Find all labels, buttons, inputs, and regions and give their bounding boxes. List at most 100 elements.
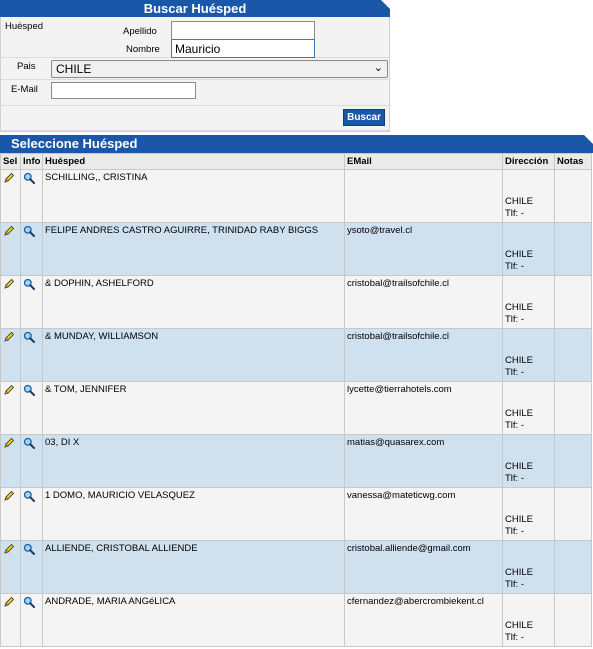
guest-name-cell: 1 DOMO, MAURICIO VELASQUEZ [42,487,345,541]
address-country: CHILE [505,567,533,578]
magnifier-icon[interactable] [23,225,35,237]
notes-cell [554,222,592,276]
info-cell [20,381,43,435]
table-row[interactable]: SCHILLING,, CRISTINA CHILE Tlf: - [0,169,592,223]
guest-name-cell: & TOM, JENNIFER [42,381,345,435]
address-cell: CHILE Tlf: - [502,169,555,223]
search-button[interactable]: Buscar [343,109,385,126]
results-panel: Seleccione Huésped Sel Info Huésped EMai… [0,135,593,647]
address-country: CHILE [505,461,533,472]
magnifier-icon[interactable] [23,596,35,608]
table-row[interactable]: FELIPE ANDRES CASTRO AGUIRRE, TRINIDAD R… [0,222,592,276]
search-panel: Buscar Huésped Huésped Apellido Nombre P… [0,0,390,132]
magnifier-icon[interactable] [23,384,35,396]
col-header-info: Info [20,153,43,170]
nombre-input[interactable] [171,39,315,58]
notes-cell [554,593,592,647]
magnifier-icon[interactable] [23,172,35,184]
magnifier-icon[interactable] [23,437,35,449]
address-cell: CHILE Tlf: - [502,434,555,488]
huesped-label: Huésped [5,21,44,32]
address-country: CHILE [505,514,533,525]
pencil-icon[interactable] [3,384,15,396]
table-row[interactable]: & DOPHIN, ASHELFORD cristobal@trailsofchi… [0,275,592,329]
pencil-icon[interactable] [3,225,15,237]
apellido-input[interactable] [171,21,315,40]
table-header-row: Sel Info Huésped EMail Dirección Notas [0,153,592,170]
info-cell [20,328,43,382]
table-row[interactable]: 03, DI Xmatias@quasarex.com CHILE Tlf: - [0,434,592,488]
notes-cell [554,169,592,223]
chevron-down-icon: ⌄ [373,62,383,74]
magnifier-icon[interactable] [23,331,35,343]
address-country: CHILE [505,302,533,313]
col-header-sel: Sel [0,153,21,170]
search-panel-header: Buscar Huésped [0,0,390,17]
guest-name-cell: 03, DI X [42,434,345,488]
address-cell: CHILE Tlf: - [502,328,555,382]
sel-cell [0,593,21,647]
sel-cell [0,487,21,541]
magnifier-icon[interactable] [23,278,35,290]
table-row[interactable]: 1 DOMO, MAURICIO VELASQUEZ vanessa@mateti… [0,487,592,541]
sel-cell [0,381,21,435]
address-phone: Tlf: - [505,314,524,325]
notes-cell [554,434,592,488]
email-input[interactable] [51,82,196,99]
pencil-icon[interactable] [3,437,15,449]
table-body: SCHILLING,, CRISTINA CHILE Tlf: - FELIPE AN… [0,169,592,647]
pencil-icon[interactable] [3,490,15,502]
info-cell [20,169,43,223]
table-row[interactable]: ANDRADE, MARIA ANGéLICA cfernandez@abercr… [0,593,592,647]
address-cell: CHILE Tlf: - [502,381,555,435]
info-cell [20,222,43,276]
results-panel-title: Seleccione Huésped [11,136,138,151]
email-cell: cristobal@trailsofchile.cl [344,328,503,382]
magnifier-icon[interactable] [23,543,35,555]
pencil-icon[interactable] [3,278,15,290]
address-phone: Tlf: - [505,208,524,219]
header-corner [381,0,390,9]
info-cell [20,275,43,329]
notes-cell [554,487,592,541]
guest-table: Sel Info Huésped EMail Dirección Notas S… [0,153,592,647]
info-cell [20,540,43,594]
pais-select[interactable]: CHILE ⌄ [51,60,388,78]
sel-cell [0,540,21,594]
email-cell: ysoto@travel.cl [344,222,503,276]
pencil-icon[interactable] [3,596,15,608]
address-phone: Tlf: - [505,420,524,431]
address-phone: Tlf: - [505,526,524,537]
guest-name-cell: ANDRADE, MARIA ANGéLICA [42,593,345,647]
notes-cell [554,540,592,594]
search-form: Huésped Apellido Nombre Pais CHILE ⌄ E-M… [0,17,390,132]
address-cell: CHILE Tlf: - [502,275,555,329]
table-row[interactable]: & MUNDAY, WILLIAMSON cristobal@trailsofch… [0,328,592,382]
address-country: CHILE [505,196,533,207]
email-row: E-Mail [1,80,389,106]
address-country: CHILE [505,620,533,631]
sel-cell [0,328,21,382]
email-cell: cristobal.alliende@gmail.com [344,540,503,594]
table-row[interactable]: & TOM, JENNIFER lycette@tierrahotels.com C… [0,381,592,435]
pencil-icon[interactable] [3,331,15,343]
sel-cell [0,169,21,223]
email-cell [344,169,503,223]
address-cell: CHILE Tlf: - [502,593,555,647]
email-cell: lycette@tierrahotels.com [344,381,503,435]
pencil-icon[interactable] [3,172,15,184]
col-header-direccion: Dirección [502,153,555,170]
nombre-label: Nombre [126,44,160,55]
info-cell [20,593,43,647]
magnifier-icon[interactable] [23,490,35,502]
apellido-label: Apellido [123,26,157,37]
results-panel-header: Seleccione Huésped [0,135,593,153]
address-country: CHILE [505,249,533,260]
guest-name-cell: & DOPHIN, ASHELFORD [42,275,345,329]
notes-cell [554,381,592,435]
email-cell: cristobal@trailsofchile.cl [344,275,503,329]
search-button-row: Buscar [1,106,389,131]
notes-cell [554,328,592,382]
table-row[interactable]: ALLIENDE, CRISTOBAL ALLIENDE cristobal.al… [0,540,592,594]
pencil-icon[interactable] [3,543,15,555]
